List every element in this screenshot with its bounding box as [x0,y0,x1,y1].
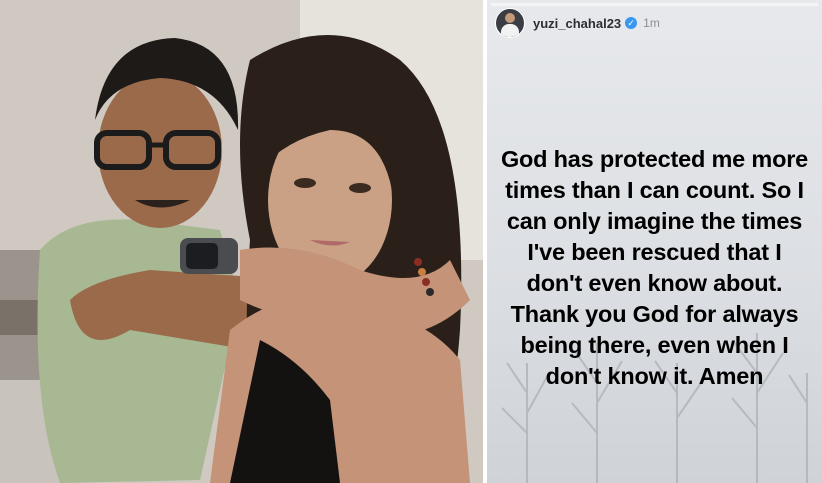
verified-badge-icon: ✓ [625,17,638,29]
story-header: yuzi_chahal23 ✓ 1m [495,8,660,38]
story-username[interactable]: yuzi_chahal23 [533,16,621,31]
story-timestamp: 1m [643,16,660,30]
story-progress-bar [491,3,818,6]
story-quote-text: God has protected me more times than I c… [500,146,809,389]
instagram-story: yuzi_chahal23 ✓ 1m God has protected me … [487,0,822,483]
profile-avatar[interactable] [495,8,525,38]
couple-photo-illustration [0,0,483,483]
couple-photo [0,0,483,483]
